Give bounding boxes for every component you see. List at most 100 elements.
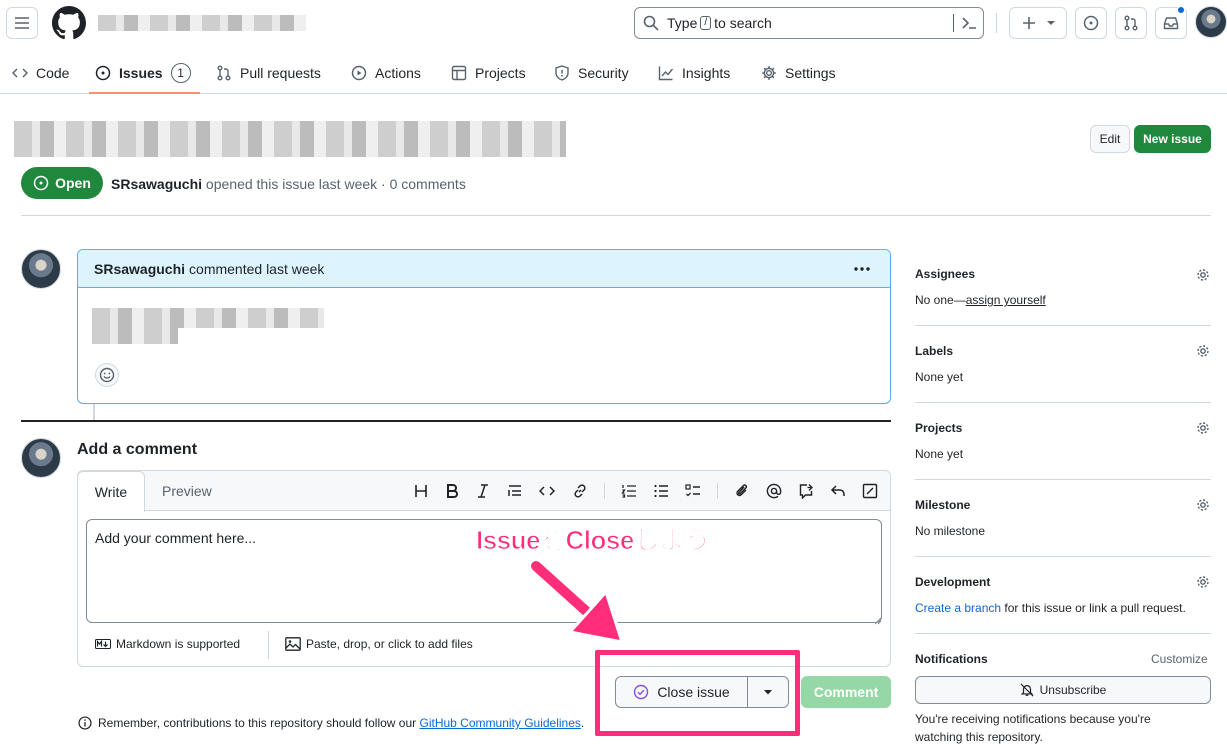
- markdown-note[interactable]: Markdown is supported: [95, 637, 240, 651]
- comment-meta: commented last week: [189, 260, 325, 277]
- edit-button[interactable]: Edit: [1090, 125, 1130, 153]
- projects-gear-icon[interactable]: [1195, 420, 1211, 436]
- tab-actions-label: Actions: [375, 65, 421, 81]
- add-comment-heading: Add a comment: [77, 441, 198, 458]
- notification-dot-icon: [1177, 6, 1185, 14]
- link-icon[interactable]: [572, 483, 588, 499]
- search-prefix: Type: [667, 15, 698, 31]
- mention-icon[interactable]: [766, 483, 782, 499]
- issue-opened-icon: [1083, 15, 1099, 31]
- menu-button[interactable]: [6, 7, 38, 39]
- unsubscribe-button[interactable]: Unsubscribe: [915, 676, 1211, 704]
- create-branch-link[interactable]: Create a branch: [915, 601, 1001, 615]
- comment-header: SRsawaguchi commented last week: [78, 250, 890, 288]
- pull-requests-button[interactable]: [1115, 7, 1147, 39]
- tab-pull-requests-label: Pull requests: [240, 65, 321, 81]
- code-icon: [12, 68, 28, 78]
- search-input[interactable]: Type / to search: [634, 7, 984, 39]
- tab-security[interactable]: Security: [554, 52, 629, 94]
- repo-name-redacted[interactable]: [98, 15, 306, 31]
- community-guidelines-link[interactable]: GitHub Community Guidelines: [420, 716, 581, 730]
- reply-icon[interactable]: [830, 483, 846, 499]
- github-logo[interactable]: [52, 6, 86, 40]
- heading-icon[interactable]: [413, 483, 429, 499]
- new-issue-button[interactable]: New issue: [1134, 125, 1211, 153]
- unordered-list-icon[interactable]: [653, 483, 669, 499]
- markdown-icon: [95, 639, 111, 649]
- development-value: Create a branch for this issue or link a…: [915, 601, 1186, 615]
- title-divider: [21, 215, 1211, 216]
- edit-button-label: Edit: [1099, 132, 1121, 146]
- tab-write-label: Write: [94, 484, 128, 500]
- search-icon: [643, 15, 659, 31]
- tab-actions[interactable]: Actions: [351, 52, 421, 94]
- development-gear-icon[interactable]: [1195, 574, 1211, 590]
- assign-yourself-link[interactable]: assign yourself: [966, 293, 1046, 307]
- tab-projects-label: Projects: [475, 65, 526, 81]
- tab-insights-label: Insights: [682, 65, 731, 81]
- sidebar-divider: [915, 325, 1211, 326]
- timeline-line: [93, 404, 95, 421]
- paperclip-icon[interactable]: [734, 483, 750, 499]
- milestone-value: No milestone: [915, 524, 986, 538]
- active-tab-indicator: [89, 92, 200, 94]
- sidebar-divider: [915, 556, 1211, 557]
- code-icon[interactable]: [539, 483, 555, 499]
- milestone-gear-icon[interactable]: [1195, 497, 1211, 513]
- create-new-button[interactable]: [1009, 7, 1067, 39]
- fullscreen-edit-icon[interactable]: [862, 483, 878, 499]
- git-pull-request-icon: [1124, 15, 1138, 31]
- timeline-divider: [21, 420, 891, 422]
- assignees-gear-icon[interactable]: [1195, 267, 1211, 283]
- comment-submit-button[interactable]: Comment: [801, 676, 891, 708]
- tab-code-label: Code: [36, 65, 70, 81]
- tab-settings-label: Settings: [785, 65, 836, 81]
- annotation-label: IssueをCloseしよう: [475, 525, 711, 556]
- comment-author-avatar[interactable]: [21, 249, 61, 289]
- bold-icon[interactable]: [444, 483, 460, 499]
- add-reaction-button[interactable]: [95, 363, 119, 387]
- search-shortcut-key: /: [700, 16, 712, 30]
- command-palette-icon[interactable]: [961, 15, 977, 31]
- tab-insights[interactable]: Insights: [658, 52, 730, 94]
- play-icon: [351, 65, 367, 81]
- issues-button[interactable]: [1075, 7, 1107, 39]
- tab-pull-requests[interactable]: Pull requests: [216, 52, 321, 94]
- kebab-horizontal-icon[interactable]: [853, 266, 871, 272]
- plus-icon: [1023, 17, 1035, 29]
- labels-gear-icon[interactable]: [1195, 343, 1211, 359]
- tab-code[interactable]: Code: [12, 52, 69, 94]
- milestone-heading: Milestone: [915, 498, 971, 512]
- inbox-icon: [1163, 17, 1179, 30]
- quote-icon[interactable]: [507, 483, 523, 499]
- user-avatar[interactable]: [1195, 6, 1227, 38]
- inbox-button[interactable]: [1155, 6, 1187, 39]
- tab-issues[interactable]: Issues 1: [95, 52, 191, 94]
- notifications-customize-link[interactable]: Customize: [1151, 652, 1208, 666]
- task-list-icon[interactable]: [685, 483, 701, 499]
- tab-settings[interactable]: Settings: [761, 52, 836, 94]
- tab-security-label: Security: [578, 65, 629, 81]
- github-mark-icon: [52, 6, 86, 40]
- assignees-heading: Assignees: [915, 267, 976, 281]
- resize-handle-icon[interactable]: [874, 617, 882, 625]
- annotation-arrow: [530, 558, 624, 644]
- unsubscribe-label: Unsubscribe: [1039, 683, 1107, 697]
- ordered-list-icon[interactable]: [621, 483, 637, 499]
- reminder-suffix: .: [580, 716, 585, 730]
- cross-reference-icon[interactable]: [798, 483, 814, 499]
- development-heading: Development: [915, 575, 991, 589]
- comment-box: SRsawaguchi commented last week: [77, 249, 891, 404]
- issue-meta: SRsawaguchi opened this issue last week …: [111, 176, 466, 192]
- italic-icon[interactable]: [475, 483, 491, 499]
- attach-files-button[interactable]: Paste, drop, or click to add files: [285, 637, 473, 651]
- comment-body-redacted-2: [92, 328, 178, 344]
- issue-author-link[interactable]: SRsawaguchi: [111, 176, 202, 192]
- labels-value: None yet: [915, 370, 964, 384]
- tab-write[interactable]: Write: [77, 471, 145, 512]
- tab-preview[interactable]: Preview: [162, 471, 212, 511]
- tab-projects[interactable]: Projects: [451, 52, 526, 94]
- issue-opened-icon: [33, 175, 49, 191]
- comment-author-link[interactable]: SRsawaguchi: [94, 261, 185, 277]
- new-issue-label: New issue: [1143, 132, 1202, 146]
